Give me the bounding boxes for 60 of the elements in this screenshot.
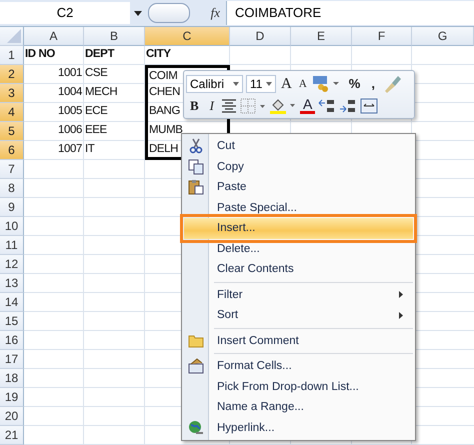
menu-item[interactable]: Delete... [184,238,413,259]
shrink-font-button[interactable]: A [296,74,309,92]
table-cell-text: CITY [145,47,172,62]
table-cell-text: 1006 [57,123,83,138]
column-header[interactable]: E [291,27,352,46]
table-cell-text: MECH [84,85,118,100]
table-cell-text: 1004 [57,85,83,100]
row-header[interactable]: 2 [0,65,24,84]
row-header[interactable]: 17 [0,350,24,369]
grow-font-button[interactable]: A [279,74,294,92]
row-header[interactable]: 10 [0,217,24,236]
row-header[interactable]: 5 [0,122,24,141]
row-header[interactable]: 1 [0,46,24,65]
menu-item[interactable]: Filter [184,284,413,305]
insert-function-button[interactable]: fx [210,5,220,21]
row-header[interactable]: 4 [0,103,24,122]
toolbar-button[interactable]: , [367,74,379,92]
column-header[interactable]: F [352,27,412,46]
formula-input[interactable]: COIMBATORE [226,1,474,25]
row-header[interactable]: 14 [0,293,24,312]
column-header[interactable]: C [145,27,230,46]
font-combo[interactable]: Calibri [186,74,243,92]
row-header[interactable]: 18 [0,369,24,388]
row-header[interactable]: 9 [0,198,24,217]
menu-item[interactable]: Pick From Drop-down List... [184,376,413,397]
table-cell-text: ID NO [24,47,56,62]
menu-item[interactable]: Paste Special... [184,198,413,218]
column-header[interactable]: A [24,27,84,46]
table-cell-text: ECE [84,104,108,119]
row-header[interactable]: 8 [0,179,24,198]
column-header[interactable]: G [412,27,474,46]
row-header[interactable]: 19 [0,388,24,407]
table-cell-text: 1007 [57,142,83,157]
table-cell-text: 1001 [57,66,83,81]
column-header[interactable]: D [230,27,291,46]
row-header[interactable]: 3 [0,84,24,103]
menu-item[interactable]: Paste [184,177,413,198]
font-combo[interactable]: 11 [246,74,276,92]
row-header[interactable]: 7 [0,160,24,179]
row-header[interactable]: 13 [0,274,24,293]
menu-item[interactable]: Hyperlink... [184,418,413,438]
row-header[interactable]: 16 [0,331,24,350]
table-cell-text: IT [84,142,96,157]
menu-item[interactable]: Format Cells... [184,356,413,376]
row-header[interactable]: 6 [0,141,24,160]
table-cell-text: 1005 [57,104,83,119]
row-header[interactable]: 15 [0,312,24,331]
row-header[interactable]: 21 [0,426,24,445]
row-header[interactable]: 12 [0,255,24,274]
menu-item[interactable]: Name a Range... [184,397,413,418]
row-header[interactable]: 11 [0,236,24,255]
table-cell-text: DEPT [84,47,116,62]
table-cell-text: EEE [84,123,108,138]
name-box[interactable]: C2 [0,2,130,24]
menu-item[interactable]: Insert... [184,218,413,238]
toolbar-button[interactable]: % [344,74,364,92]
column-header[interactable]: B [84,27,145,46]
font-color-button[interactable]: A [300,97,316,114]
row-header[interactable]: 20 [0,407,24,426]
table-cell-text: CSE [84,66,108,81]
